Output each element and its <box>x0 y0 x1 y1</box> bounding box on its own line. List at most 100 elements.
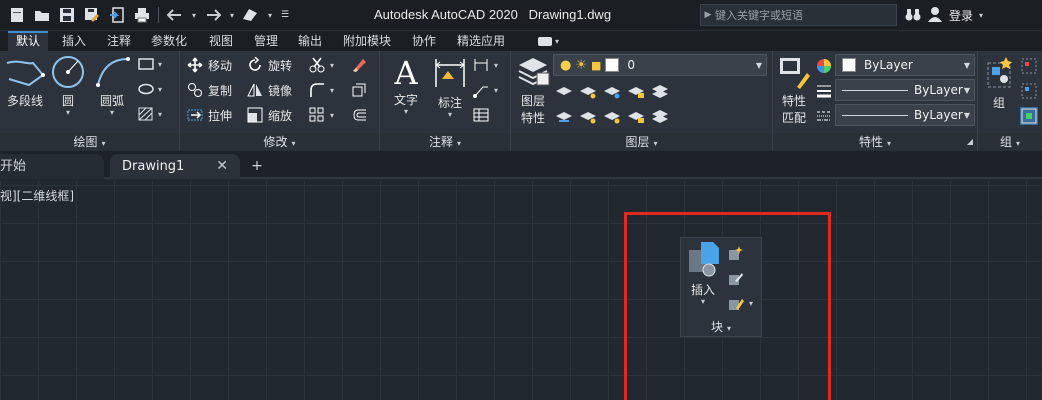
share-icon[interactable] <box>240 5 262 25</box>
layer-unisolate-icon[interactable] <box>579 107 597 125</box>
undo-icon[interactable] <box>164 5 186 25</box>
open-web-icon[interactable] <box>106 5 128 25</box>
save-as-icon[interactable] <box>81 5 103 25</box>
circle-tool[interactable]: 圆 ▾ <box>50 55 86 117</box>
new-icon[interactable] <box>6 5 28 25</box>
text-tool[interactable]: A 文字 ▾ <box>386 55 426 116</box>
group-tool[interactable]: 组 <box>982 55 1016 111</box>
match-properties-tool[interactable]: 特性 匹配 <box>775 55 813 126</box>
stretch-label: 拉伸 <box>208 108 233 123</box>
table-tool[interactable] <box>472 106 490 124</box>
panel-title-groups[interactable]: 组 ▾ <box>978 133 1042 151</box>
chevron-right-icon[interactable]: ▶ <box>701 10 715 20</box>
circle-label: 圆 <box>61 94 74 108</box>
lineweight-dropdown[interactable]: ByLayer ▼ <box>835 79 975 101</box>
layer-make-current-icon[interactable] <box>555 107 573 125</box>
linetype-dropdown[interactable]: ByLayer ▼ <box>835 104 975 126</box>
scale-tool[interactable]: 缩放 <box>246 106 292 124</box>
linear-dim-tool[interactable]: ▾ <box>472 56 498 74</box>
tab-view[interactable]: 视图 <box>201 31 241 51</box>
dimension-tool[interactable]: 标注 ▾ <box>430 55 470 119</box>
layer-unlock-icon[interactable] <box>627 107 645 125</box>
erase-tool[interactable] <box>350 56 368 74</box>
group-edit-tool[interactable] <box>1020 82 1038 100</box>
ungroup-tool[interactable] <box>1020 57 1038 75</box>
color-wheel-tool[interactable] <box>815 57 833 75</box>
arc-tool[interactable]: 圆弧 ▾ <box>92 55 132 117</box>
tab-insert[interactable]: 插入 <box>54 31 94 51</box>
color-wheel-icon <box>815 57 833 75</box>
color-swatch <box>842 58 856 72</box>
ellipse-tool[interactable]: ▾ <box>138 82 162 96</box>
tab-manage[interactable]: 管理 <box>246 31 286 51</box>
copy-tool[interactable]: 复制 <box>186 81 232 99</box>
tab-featured-apps[interactable]: 精选应用 <box>449 31 513 51</box>
stretch-tool[interactable]: 拉伸 <box>186 106 232 124</box>
layer-isolate-icon[interactable] <box>579 82 597 100</box>
layer-properties-tool[interactable]: 图层 特性 <box>513 53 553 126</box>
panel-title-annotation[interactable]: 注释 ▾ <box>380 133 510 151</box>
lineweight-icon-tool[interactable] <box>815 82 833 100</box>
tab-annotate[interactable]: 注释 <box>99 31 139 51</box>
rotate-label: 旋转 <box>268 58 293 73</box>
rotate-tool[interactable]: 旋转 <box>246 56 292 74</box>
close-icon[interactable]: ✕ <box>216 154 228 179</box>
color-dropdown[interactable]: ByLayer ▼ <box>835 54 975 76</box>
layer-thaw-icon[interactable] <box>603 107 621 125</box>
hatch-tool[interactable]: ▾ <box>138 107 162 121</box>
rectangle-icon <box>138 58 154 70</box>
chevron-down-icon: ▾ <box>330 110 335 120</box>
chevron-down-icon[interactable]: ▾ <box>227 5 237 25</box>
chevron-down-icon[interactable]: ▾ <box>979 11 983 20</box>
layer-match-icon[interactable] <box>651 82 669 100</box>
polyline-label: 多段线 <box>6 94 43 108</box>
tab-start[interactable]: 开始 <box>0 154 104 179</box>
rectangle-tool[interactable]: ▾ <box>138 57 162 71</box>
document-title: Drawing1.dwg <box>528 7 612 22</box>
chevron-down-icon[interactable]: ▾ <box>189 5 199 25</box>
customize-icon[interactable]: ☰ <box>278 5 292 25</box>
layer-properties-icon <box>518 58 550 86</box>
viewport-label[interactable]: 视][二维线框] <box>0 187 74 204</box>
login-button[interactable]: 登录 <box>949 7 973 24</box>
panel-title-properties[interactable]: 特性 ▾ ◢ <box>773 133 977 151</box>
layer-dropdown[interactable]: ● ☀ ■ 0 ▼ <box>553 54 767 76</box>
tab-default[interactable]: 默认 <box>8 31 49 51</box>
tab-parametric[interactable]: 参数化 <box>143 31 195 51</box>
open-icon[interactable] <box>31 5 53 25</box>
dialog-launcher-icon[interactable]: ◢ <box>967 133 973 151</box>
layer-off-icon[interactable] <box>555 82 573 100</box>
leader-tool[interactable]: ▾ <box>472 81 498 99</box>
offset-tool[interactable] <box>350 106 368 124</box>
search-input[interactable] <box>715 5 896 25</box>
fillet-tool[interactable]: ▾ <box>308 81 334 99</box>
layer-lock-icon[interactable] <box>627 82 645 100</box>
tab-drawing1[interactable]: Drawing1 ✕ <box>110 154 240 179</box>
layer-freeze-icon[interactable] <box>603 82 621 100</box>
tab-output[interactable]: 输出 <box>290 31 330 51</box>
save-icon[interactable] <box>56 5 78 25</box>
drawing-canvas[interactable]: 视][二维线框] <box>0 181 1042 400</box>
array-tool[interactable]: ▾ <box>308 106 334 124</box>
tab-collaborate[interactable]: 协作 <box>404 31 444 51</box>
chevron-down-icon[interactable]: ▾ <box>265 5 275 25</box>
linetype-icon-tool[interactable] <box>815 107 833 125</box>
plot-icon[interactable] <box>131 5 153 25</box>
explode-tool[interactable] <box>350 81 368 99</box>
panel-title-modify[interactable]: 修改 ▾ <box>180 133 379 151</box>
move-tool[interactable]: 移动 <box>186 56 232 74</box>
trim-tool[interactable]: ▾ <box>308 56 334 74</box>
binoculars-icon[interactable] <box>905 6 921 25</box>
user-icon[interactable] <box>927 6 943 25</box>
chevron-down-icon: ▾ <box>447 110 452 119</box>
panel-title-draw[interactable]: 绘图 ▾ <box>0 133 179 151</box>
new-tab-button[interactable]: + <box>246 154 268 179</box>
layer-copy-icon[interactable] <box>651 107 669 125</box>
ribbon-minimize-toggle[interactable]: ▾ <box>538 34 568 48</box>
mirror-tool[interactable]: 镜像 <box>246 81 292 99</box>
tab-addins[interactable]: 附加模块 <box>335 31 399 51</box>
panel-title-layers[interactable]: 图层 ▾ <box>511 133 772 151</box>
polyline-tool[interactable]: 多段线 <box>0 55 50 109</box>
redo-icon[interactable] <box>202 5 224 25</box>
group-select-tool[interactable] <box>1020 107 1038 125</box>
